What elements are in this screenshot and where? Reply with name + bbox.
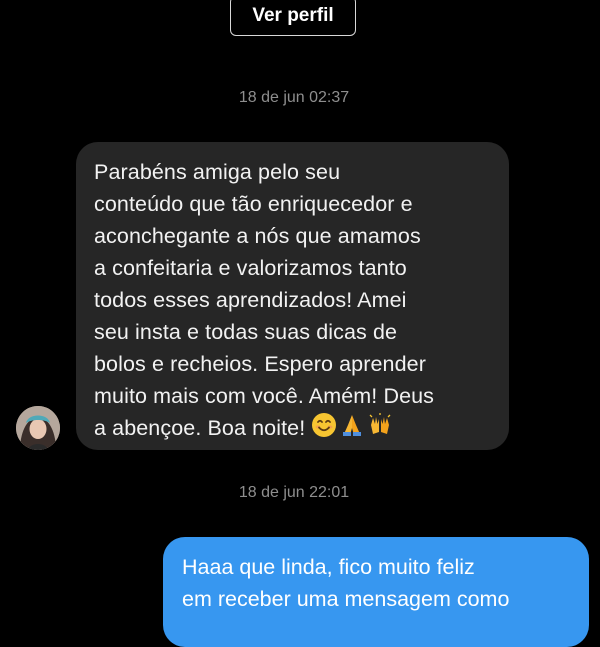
message-line-text: a abençoe. Boa noite! [94,416,306,441]
incoming-message-bubble[interactable]: Parabéns amiga pelo seu conteúdo que tão… [76,142,509,450]
avatar-photo [16,406,60,450]
message-line: conteúdo que tão enriquecedor e [94,192,413,216]
message-line: a confeitaria e valorizamos tanto [94,256,407,280]
outgoing-message-bubble[interactable]: Haaa que linda, fico muito feliz em rece… [163,537,589,647]
message-line: bolos e recheios. Espero aprender [94,352,426,376]
view-profile-button[interactable]: Ver perfil [230,0,356,36]
message-timestamp: 18 de jun 02:37 [238,89,350,106]
message-line: aconchegante a nós que amamos [94,224,421,248]
message-line: em receber uma mensagem como [182,587,510,611]
message-line: muito mais com você. Amém! Deus [94,384,435,408]
folded-hands-emoji [339,412,365,447]
avatar[interactable] [16,406,60,450]
message-line: seu insta e todas suas dicas de [94,320,398,344]
message-line: todos esses aprendizados! Amei [94,288,407,312]
message-timestamp: 18 de jun 22:01 [238,484,350,501]
message-line-last: a abençoe. Boa noite! [94,412,493,447]
smiling-face-emoji [311,412,337,447]
message-line: Parabéns amiga pelo seu [94,160,341,184]
raising-hands-emoji [367,412,393,447]
message-line: Haaa que linda, fico muito feliz [182,555,475,579]
